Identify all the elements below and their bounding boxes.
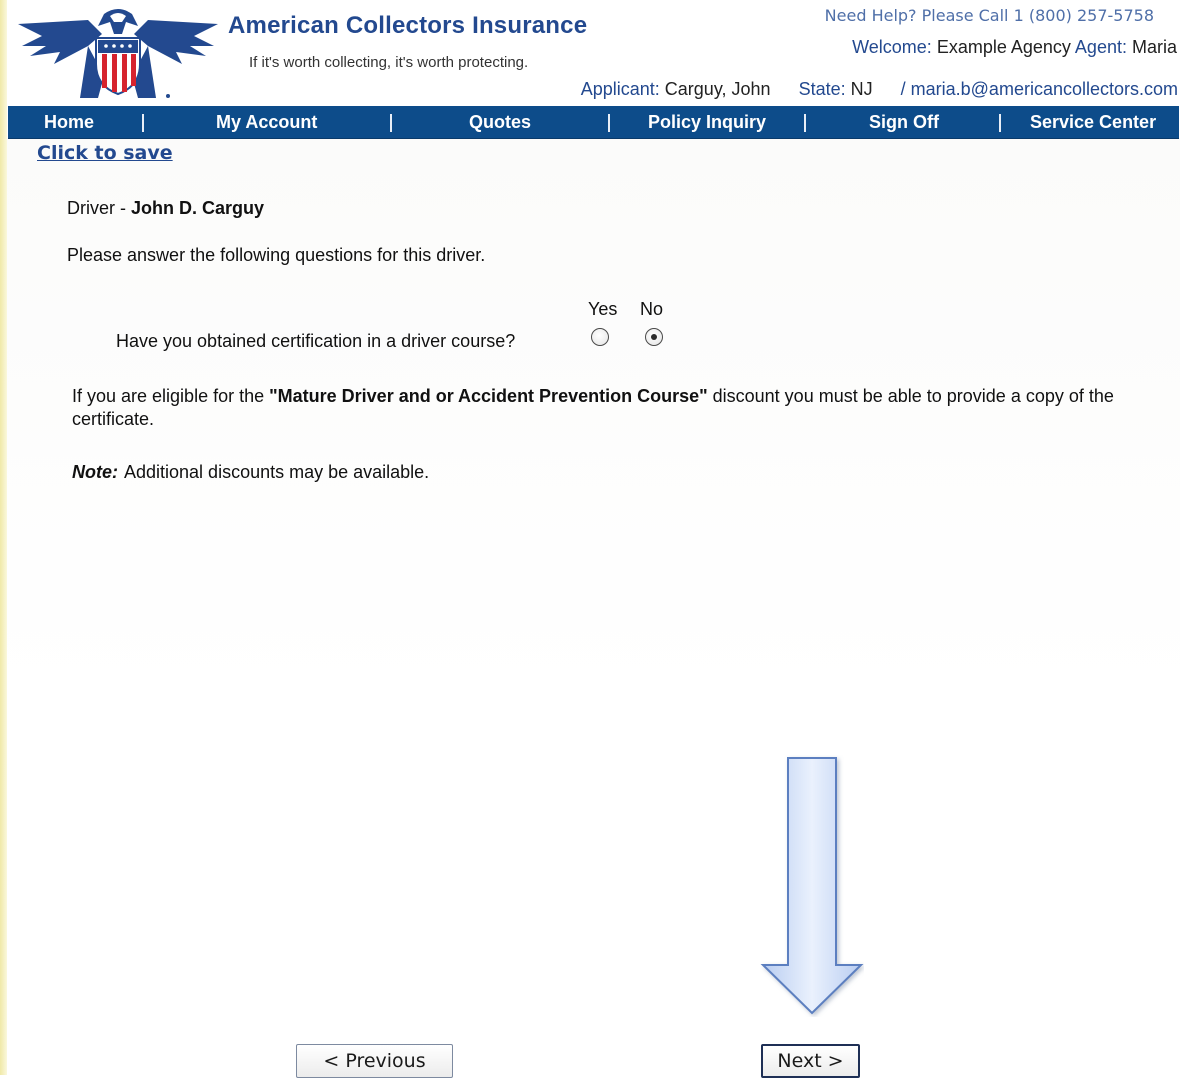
agent-label: Agent: bbox=[1074, 37, 1127, 57]
nav-policy-inquiry[interactable]: Policy Inquiry bbox=[648, 106, 766, 138]
eligibility-text-start: If you are eligible for the bbox=[72, 386, 270, 406]
state-label: State: bbox=[798, 79, 846, 99]
agent-email: / maria.b@americancollectors.com bbox=[900, 79, 1178, 99]
main-nav-bar: Home My Account Quotes Policy Inquiry Si… bbox=[8, 106, 1179, 139]
previous-button[interactable]: < Previous bbox=[296, 1044, 453, 1078]
eagle-logo-icon bbox=[18, 9, 218, 98]
click-to-save-link[interactable]: Click to save bbox=[37, 142, 173, 164]
left-edge-stripe bbox=[0, 0, 7, 1075]
radio-selected-dot bbox=[651, 334, 657, 340]
welcome-label: Welcome: bbox=[852, 37, 932, 57]
nav-separator bbox=[804, 114, 806, 132]
nav-separator bbox=[608, 114, 610, 132]
nav-sign-off[interactable]: Sign Off bbox=[869, 106, 939, 138]
nav-home[interactable]: Home bbox=[44, 106, 94, 138]
nav-quotes[interactable]: Quotes bbox=[469, 106, 531, 138]
course-name: "Mature Driver and or Accident Preventio… bbox=[269, 386, 708, 406]
no-column-label: No bbox=[640, 299, 664, 319]
yes-column-label: Yes bbox=[588, 299, 618, 319]
instructions-text: Please answer the following questions fo… bbox=[67, 245, 486, 265]
state-value: NJ bbox=[850, 79, 873, 99]
brand-title: American Collectors Insurance bbox=[228, 12, 588, 39]
welcome-line: Welcome: Example Agency Agent: Maria bbox=[852, 37, 1177, 58]
driver-course-no-radio[interactable] bbox=[645, 328, 663, 346]
nav-separator bbox=[142, 114, 144, 132]
content-background bbox=[7, 138, 1180, 1075]
note-text: Additional discounts may be available. bbox=[124, 462, 430, 482]
help-phone-text: Need Help? Please Call 1 (800) 257-5758 bbox=[824, 6, 1154, 25]
applicant-label: Applicant: bbox=[580, 79, 660, 99]
agent-name: Maria bbox=[1131, 37, 1177, 57]
note-line: Note: Additional discounts may be availab… bbox=[72, 462, 429, 483]
next-button[interactable]: Next > bbox=[761, 1044, 860, 1078]
driver-name: John D. Carguy bbox=[131, 198, 265, 218]
applicant-line: Applicant: Carguy, John State: NJ / mari… bbox=[581, 79, 1178, 100]
nav-my-account[interactable]: My Account bbox=[216, 106, 317, 138]
driver-course-yes-radio[interactable] bbox=[591, 328, 609, 346]
nav-service-center[interactable]: Service Center bbox=[1030, 106, 1156, 138]
applicant-name: Carguy, John bbox=[664, 79, 771, 99]
nav-separator bbox=[390, 114, 392, 132]
eligibility-text: If you are eligible for the "Mature Driv… bbox=[72, 385, 1152, 431]
down-arrow-icon bbox=[760, 757, 864, 1015]
driver-label: Driver - bbox=[67, 198, 131, 218]
nav-separator bbox=[999, 114, 1001, 132]
brand-tagline: If it's worth collecting, it's worth pro… bbox=[249, 54, 529, 71]
driver-heading: Driver - John D. Carguy bbox=[67, 198, 264, 219]
agency-name: Example Agency bbox=[936, 37, 1071, 57]
driver-course-question: Have you obtained certification in a dri… bbox=[116, 331, 516, 351]
note-label: Note: bbox=[72, 462, 118, 482]
